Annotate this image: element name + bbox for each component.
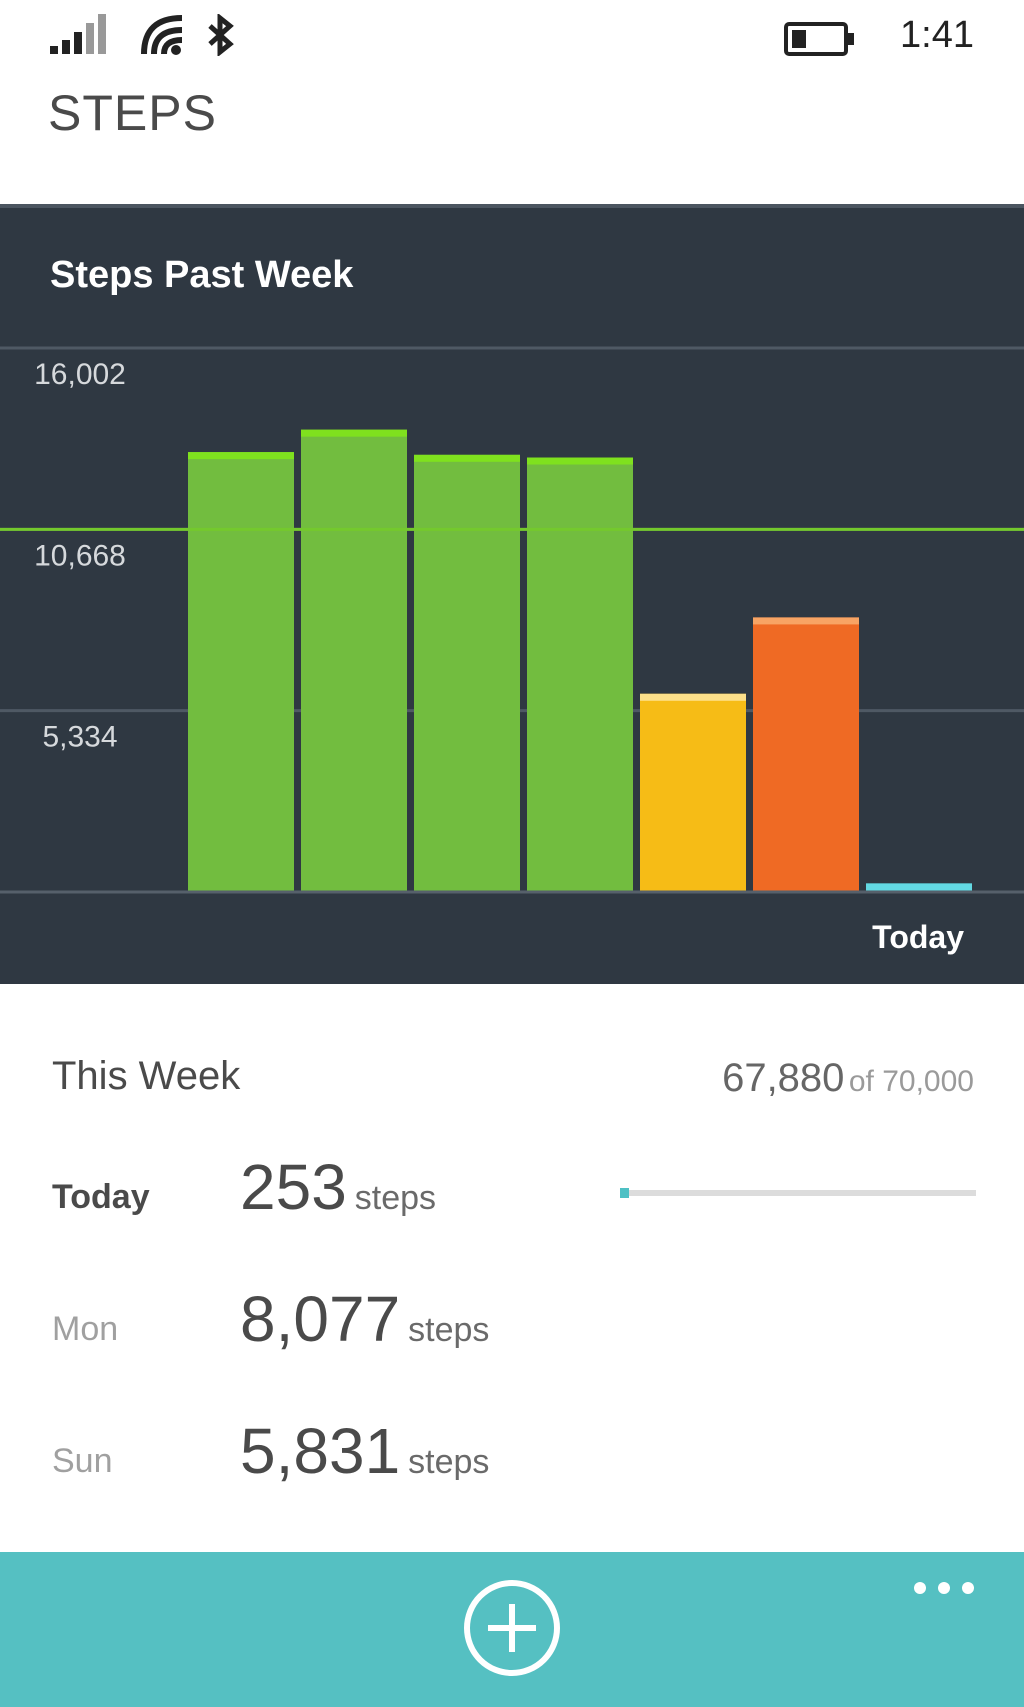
- bar-cap: [866, 883, 972, 891]
- day-count-value: 253: [240, 1151, 347, 1223]
- day-name: Today: [52, 1178, 150, 1216]
- week-total-value: 67,880: [722, 1056, 845, 1100]
- x-tick-label: Today: [872, 919, 964, 955]
- y-tick-label: 10,668: [34, 539, 126, 572]
- day-count: 253 steps: [240, 1150, 436, 1224]
- status-bar: 1:41: [0, 0, 1024, 80]
- y-tick-label: 5,334: [42, 721, 117, 754]
- day-count: 8,077 steps: [240, 1282, 489, 1356]
- bar: [527, 457, 633, 892]
- day-row-mon[interactable]: Mon 8,077 steps: [0, 1282, 1024, 1372]
- bar: [414, 454, 520, 892]
- bar-cap: [188, 452, 294, 460]
- bar: [188, 452, 294, 892]
- signal-icon: [50, 14, 106, 54]
- page-title: STEPS: [48, 85, 217, 141]
- chart-panel: Steps Past Week 16,002 10,668 5,334 Today: [0, 204, 1024, 984]
- day-row-sun[interactable]: Sun 5,831 steps: [0, 1414, 1024, 1504]
- battery-icon: [784, 22, 854, 56]
- today-progress-bar: [620, 1188, 976, 1198]
- app-bar: [0, 1552, 1024, 1707]
- add-circle-icon[interactable]: [462, 1578, 562, 1678]
- day-count: 5,831 steps: [240, 1414, 489, 1488]
- day-count-unit: steps: [354, 1179, 437, 1217]
- bar: [640, 693, 746, 892]
- bluetooth-icon: [208, 14, 234, 56]
- summary-section: This Week 67,880 of 70,000 Today 253 step…: [0, 980, 1024, 1552]
- y-tick-label: 16,002: [34, 358, 126, 391]
- day-name: Sun: [52, 1442, 113, 1480]
- bar-cap: [527, 457, 633, 465]
- wifi-icon: [141, 15, 183, 55]
- day-count-value: 8,077: [240, 1283, 401, 1355]
- day-count-unit: steps: [408, 1443, 490, 1481]
- day-name: Mon: [52, 1310, 119, 1348]
- week-total: 67,880 of 70,000: [722, 1056, 974, 1101]
- day-count-unit: steps: [408, 1311, 490, 1349]
- day-count-value: 5,831: [240, 1415, 401, 1487]
- more-icon[interactable]: [912, 1578, 976, 1598]
- bar-cap: [640, 693, 746, 701]
- bar: [753, 617, 859, 892]
- week-goal: of 70,000: [848, 1065, 974, 1098]
- bar-cap: [301, 429, 407, 437]
- steps-bar-chart: 16,002 10,668 5,334 Today: [0, 346, 1024, 955]
- bar: [301, 429, 407, 892]
- today-progress-fill: [620, 1188, 629, 1198]
- status-time: 1:41: [900, 14, 974, 56]
- week-label: This Week: [52, 1054, 241, 1098]
- day-row-today[interactable]: Today 253 steps: [0, 1150, 1024, 1240]
- bar-cap: [753, 617, 859, 625]
- bar-cap: [414, 454, 520, 462]
